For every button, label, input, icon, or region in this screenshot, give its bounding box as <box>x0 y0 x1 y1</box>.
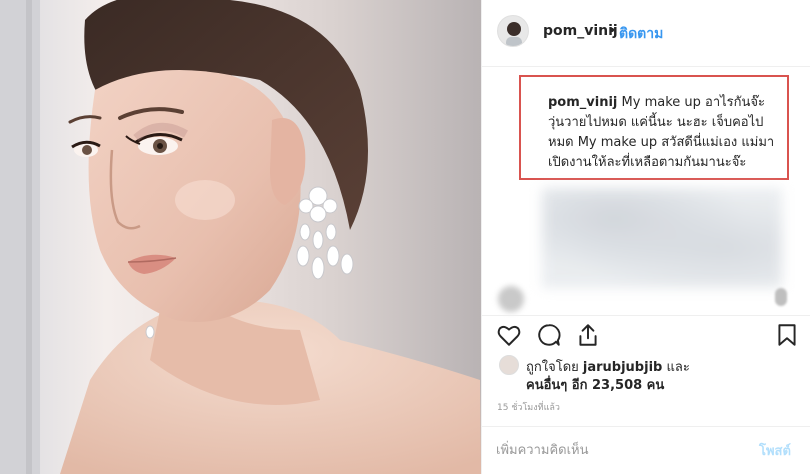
post-timestamp[interactable]: 15 ชั่วโมงที่แล้ว <box>497 400 560 414</box>
likes-others: คนอื่นๆ อีก 23,508 คน <box>526 374 664 395</box>
blurred-comments <box>542 188 782 288</box>
user-avatar[interactable] <box>497 15 529 47</box>
comment-input[interactable] <box>496 440 716 460</box>
post-side-panel: pom_vinij • ติดตาม pom_vinij My make up … <box>481 0 810 474</box>
post-comment-button[interactable]: โพสต์ <box>759 440 791 461</box>
action-bar <box>482 315 810 351</box>
caption: pom_vinij My make up อาไรกันจ๊ะ วุ่นวายไ… <box>548 93 786 173</box>
share-icon[interactable] <box>575 322 601 348</box>
liker-avatar[interactable] <box>499 355 519 375</box>
comment-icon[interactable] <box>536 322 562 348</box>
heart-icon[interactable] <box>496 322 522 348</box>
post-header: pom_vinij • ติดตาม <box>482 0 810 67</box>
caption-highlight: pom_vinij My make up อาไรกันจ๊ะ วุ่นวายไ… <box>519 75 789 180</box>
first-liker-link[interactable]: jarubjubjib <box>583 360 662 375</box>
header-username[interactable]: pom_vinij <box>543 23 618 39</box>
bookmark-icon[interactable] <box>774 322 800 348</box>
blurred-comment-avatar <box>498 286 524 312</box>
comments-scrollbar[interactable] <box>775 288 787 306</box>
likes-and: และ <box>666 360 690 375</box>
comment-bar: โพสต์ <box>482 426 810 474</box>
likes-others-link[interactable]: คนอื่นๆ อีก 23,508 คน <box>526 378 664 393</box>
header-separator: • <box>608 23 617 39</box>
follow-button[interactable]: ติดตาม <box>619 23 663 45</box>
likes-prefix: ถูกใจโดย <box>526 360 579 375</box>
caption-username[interactable]: pom_vinij <box>548 95 617 110</box>
portrait-illustration <box>0 0 481 474</box>
avatar-image <box>498 16 528 46</box>
post-photo[interactable] <box>0 0 481 474</box>
